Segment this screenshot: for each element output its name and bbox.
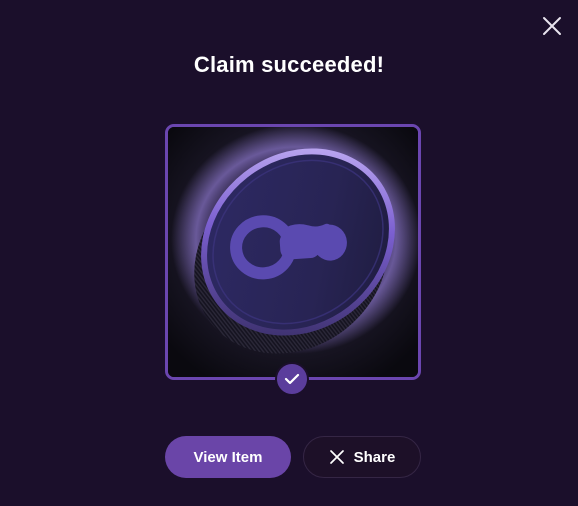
modal-title: Claim succeeded! [193, 52, 385, 77]
claimed-check-badge [275, 362, 309, 396]
share-label: Share [353, 448, 396, 466]
share-button[interactable]: Share [303, 436, 421, 478]
claim-success-modal: Claim succeeded! View Item Share [0, 0, 578, 506]
coin-image [168, 127, 418, 377]
close-icon [543, 17, 561, 35]
view-item-label: View Item [193, 448, 263, 466]
checkmark-icon [284, 373, 300, 385]
claimed-item-image-frame [165, 124, 421, 380]
x-logo-icon [329, 450, 344, 464]
view-item-button[interactable]: View Item [165, 436, 291, 478]
close-button[interactable] [540, 14, 564, 38]
